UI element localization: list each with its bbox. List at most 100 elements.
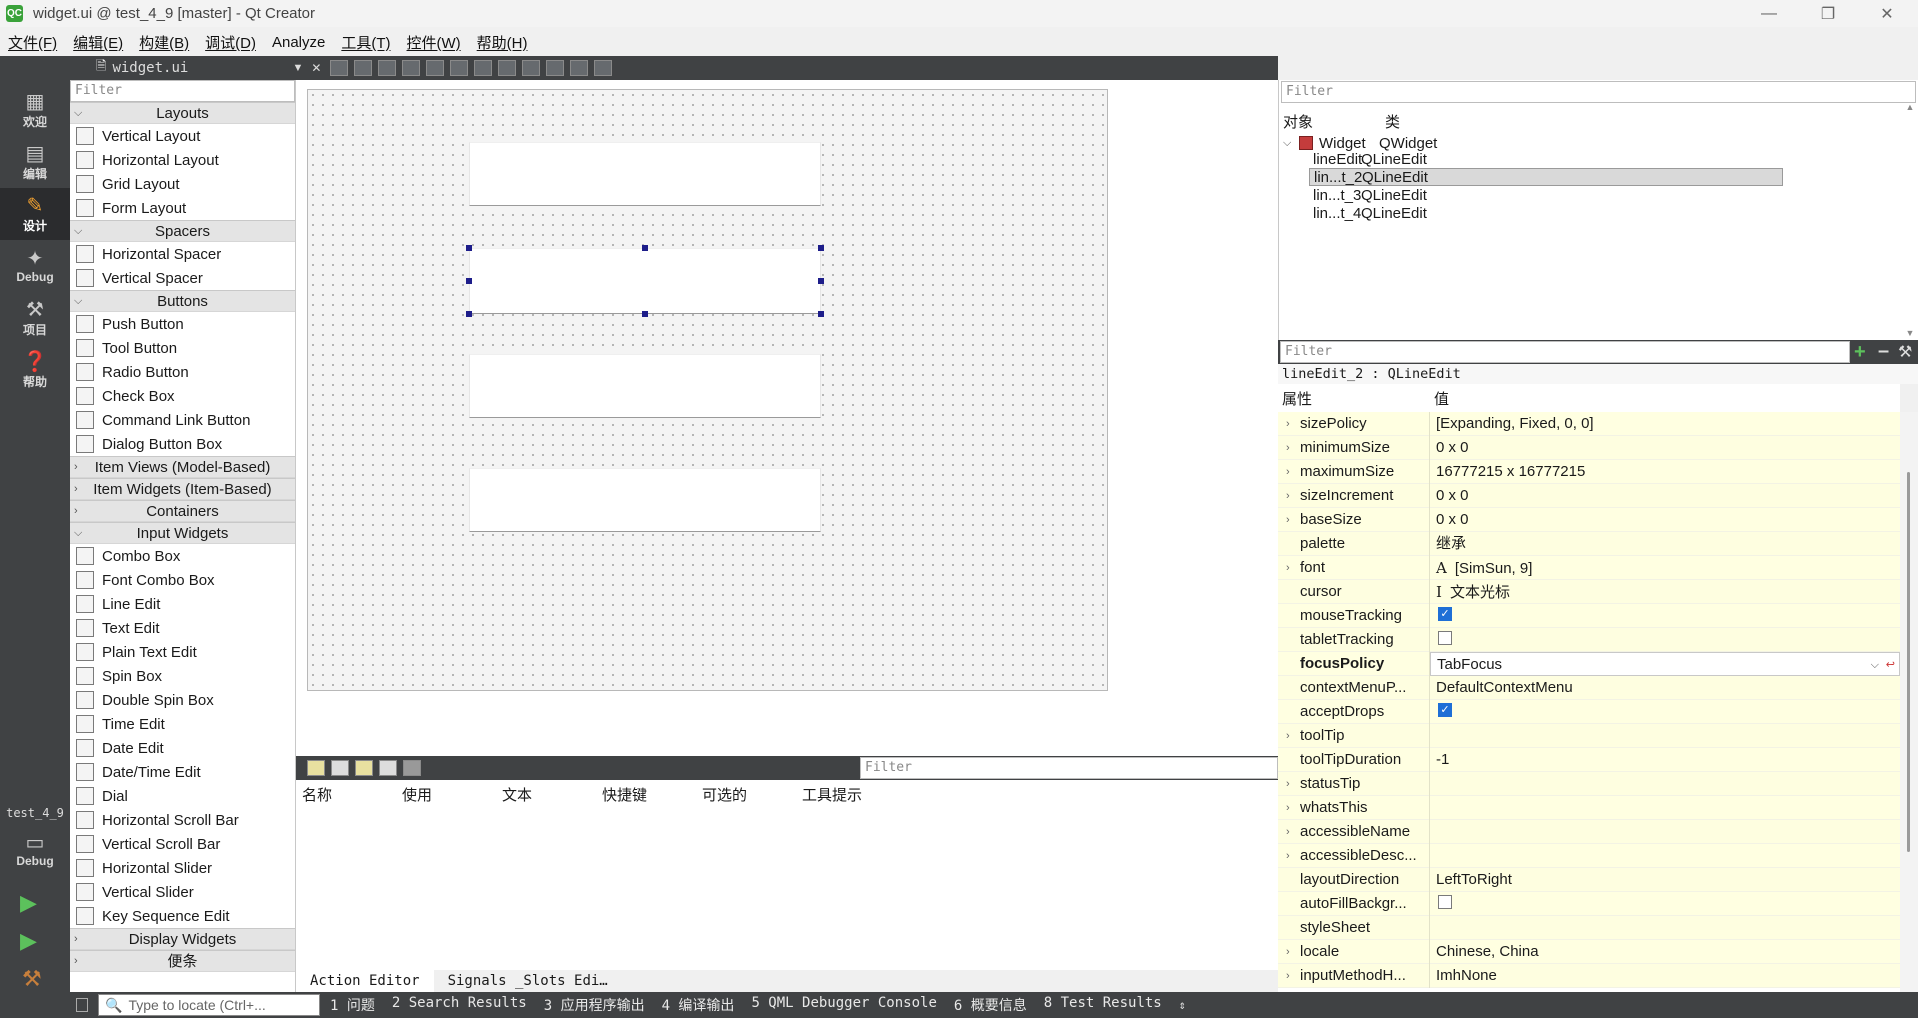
property-row-locale[interactable]: › locale Chinese, China <box>1278 939 1900 964</box>
property-filter-input[interactable]: Filter <box>1280 341 1850 363</box>
action-table-body[interactable] <box>296 808 1278 970</box>
tab-signals-slots-editor[interactable]: Signals _Slots Edi… <box>434 973 622 989</box>
mode-debug[interactable]: ✦ Debug <box>0 240 70 292</box>
category-input-widgets[interactable]: ⌵ Input Widgets <box>70 522 295 544</box>
configure-icon[interactable]: ⚒ <box>1898 342 1912 362</box>
category-layouts[interactable]: ⌵ Layouts <box>70 102 295 124</box>
chevron-right-icon[interactable]: › <box>1286 724 1290 748</box>
checked-checkbox[interactable]: ✓ <box>1438 703 1452 718</box>
mode-help[interactable]: ❓ 帮助 <box>0 344 70 396</box>
widget-item-font-combo-box[interactable]: Font Combo Box <box>70 568 295 592</box>
unchecked-checkbox[interactable] <box>1438 631 1452 646</box>
minimize-icon[interactable]: — <box>1746 0 1792 27</box>
widget-item-radio-button[interactable]: Radio Button <box>70 360 295 384</box>
mode-projects[interactable]: ⚒ 项目 <box>0 292 70 344</box>
layout-form-icon[interactable] <box>546 60 565 76</box>
object-scrollbar[interactable]: ▲ ▼ <box>1903 102 1917 340</box>
property-row-sizepolicy[interactable]: › sizePolicy [Expanding, Fixed, 0, 0] <box>1278 412 1900 436</box>
selection-handle[interactable] <box>642 311 648 317</box>
selection-handle[interactable] <box>818 311 824 317</box>
layout-grid-icon[interactable] <box>522 60 541 76</box>
chevron-right-icon[interactable]: › <box>1286 820 1290 844</box>
output-pane-qml-debugger-console[interactable]: 5 QML Debugger Console <box>751 995 936 1015</box>
property-row-contextmenup[interactable]: contextMenuP... DefaultContextMenu <box>1278 675 1900 700</box>
copy-action-icon[interactable] <box>331 760 349 776</box>
widget-item-horizontal-scroll-bar[interactable]: Horizontal Scroll Bar <box>70 808 295 832</box>
output-pane-3[interactable]: 3 应用程序输出 <box>544 995 645 1015</box>
layout-splitter-v-icon[interactable] <box>498 60 517 76</box>
col-shortcut[interactable]: 快捷键 <box>596 784 696 805</box>
property-row-palette[interactable]: palette 继承 <box>1278 531 1900 556</box>
widget-item-horizontal-spacer[interactable]: Horizontal Spacer <box>70 242 295 266</box>
widget-mode-icon[interactable] <box>330 60 349 76</box>
selection-handle[interactable] <box>642 245 648 251</box>
new-action-icon[interactable] <box>307 760 325 776</box>
property-row-maximumsize[interactable]: › maximumSize 16777215 x 16777215 <box>1278 459 1900 484</box>
col-text[interactable]: 文本 <box>496 784 596 805</box>
close-icon[interactable]: ✕ <box>1864 0 1910 27</box>
chevron-right-icon[interactable]: › <box>1286 556 1290 580</box>
property-row-autofillbackgr[interactable]: autoFillBackgr... <box>1278 891 1900 916</box>
toggle-sidebar-icon[interactable] <box>76 998 88 1012</box>
scroll-thumb[interactable] <box>1907 472 1910 852</box>
property-row-basesize[interactable]: › baseSize 0 x 0 <box>1278 507 1900 532</box>
line-edit-4[interactable] <box>469 468 821 532</box>
checked-checkbox[interactable]: ✓ <box>1438 607 1452 622</box>
buddy-mode-icon[interactable] <box>378 60 397 76</box>
property-row-layoutdirection[interactable]: layoutDirection LeftToRight <box>1278 867 1900 892</box>
col-name[interactable]: 名称 <box>296 784 396 805</box>
paste-action-icon[interactable] <box>355 760 373 776</box>
widget-item-spin-box[interactable]: Spin Box <box>70 664 295 688</box>
menu-widgets[interactable]: 控件(W) <box>399 32 469 53</box>
unchecked-checkbox[interactable] <box>1438 895 1452 910</box>
menu-build[interactable]: 构建(B) <box>131 32 197 53</box>
property-row-stylesheet[interactable]: styleSheet <box>1278 915 1900 940</box>
property-row-minimumsize[interactable]: › minimumSize 0 x 0 <box>1278 435 1900 460</box>
col-checkable[interactable]: 可选的 <box>696 784 796 805</box>
col-value[interactable]: 值 <box>1430 388 1449 409</box>
run-icon[interactable]: ▶ <box>20 890 37 916</box>
widget-item-time-edit[interactable]: Time Edit <box>70 712 295 736</box>
property-row-focuspolicy[interactable]: focusPolicy TabFocus ⌵ ↩ <box>1278 651 1900 676</box>
close-document-icon[interactable]: ✕ <box>311 61 321 75</box>
output-pane-search-results[interactable]: 2 Search Results <box>392 995 527 1015</box>
output-pane-6[interactable]: 6 概要信息 <box>954 995 1027 1015</box>
tree-item-lin-t-4[interactable]: lin...t_4 QLineEdit <box>1309 204 1783 222</box>
remove-property-icon[interactable]: – <box>1878 340 1889 362</box>
widget-item-vertical-scroll-bar[interactable]: Vertical Scroll Bar <box>70 832 295 856</box>
tab-action-editor[interactable]: Action Editor <box>296 970 434 992</box>
output-pane-test-results[interactable]: 8 Test Results <box>1044 995 1162 1015</box>
property-row-mousetracking[interactable]: mouseTracking ✓ <box>1278 603 1900 628</box>
menu-tools[interactable]: 工具(T) <box>333 32 398 53</box>
widget-item-date-edit[interactable]: Date Edit <box>70 736 295 760</box>
open-file-name[interactable]: widget.ui <box>112 60 292 76</box>
widget-item-command-link-button[interactable]: Command Link Button <box>70 408 295 432</box>
category-display-widgets[interactable]: › Display Widgets <box>70 928 295 950</box>
property-row-font[interactable]: › font A [SimSun, 9] <box>1278 555 1900 580</box>
widget-item-line-edit[interactable]: Line Edit <box>70 592 295 616</box>
property-row-whatsthis[interactable]: › whatsThis <box>1278 795 1900 820</box>
widget-filter-input[interactable]: Filter <box>70 80 295 102</box>
widget-item-tool-button[interactable]: Tool Button <box>70 336 295 360</box>
object-filter-input[interactable]: Filter <box>1281 81 1916 103</box>
col-property[interactable]: 属性 <box>1278 388 1430 409</box>
widget-item-key-sequence-edit[interactable]: Key Sequence Edit <box>70 904 295 928</box>
property-row-tooltip[interactable]: › toolTip <box>1278 723 1900 748</box>
tree-item-lin-t-3[interactable]: lin...t_3 QLineEdit <box>1309 186 1783 204</box>
widget-item-horizontal-slider[interactable]: Horizontal Slider <box>70 856 295 880</box>
widget-item-plain-text-edit[interactable]: Plain Text Edit <box>70 640 295 664</box>
widget-item-vertical-slider[interactable]: Vertical Slider <box>70 880 295 904</box>
widget-item-combo-box[interactable]: Combo Box <box>70 544 295 568</box>
build-hammer-icon[interactable]: ⚒ <box>22 966 42 992</box>
category-buttons[interactable]: ⌵ Buttons <box>70 290 295 312</box>
mode-welcome[interactable]: ▦ 欢迎 <box>0 84 70 136</box>
reset-icon[interactable]: ↩ <box>1886 653 1895 675</box>
widget-item-date-time-edit[interactable]: Date/Time Edit <box>70 760 295 784</box>
menu-debug[interactable]: 调试(D) <box>197 32 264 53</box>
restore-icon[interactable]: ❐ <box>1805 0 1851 27</box>
debug-run-icon[interactable]: ▶ <box>20 928 37 954</box>
widget-item-vertical-layout[interactable]: Vertical Layout <box>70 124 295 148</box>
adjust-size-icon[interactable] <box>594 60 613 76</box>
property-row-tooltipduration[interactable]: toolTipDuration -1 <box>1278 747 1900 772</box>
chevron-right-icon[interactable]: › <box>1286 460 1290 484</box>
